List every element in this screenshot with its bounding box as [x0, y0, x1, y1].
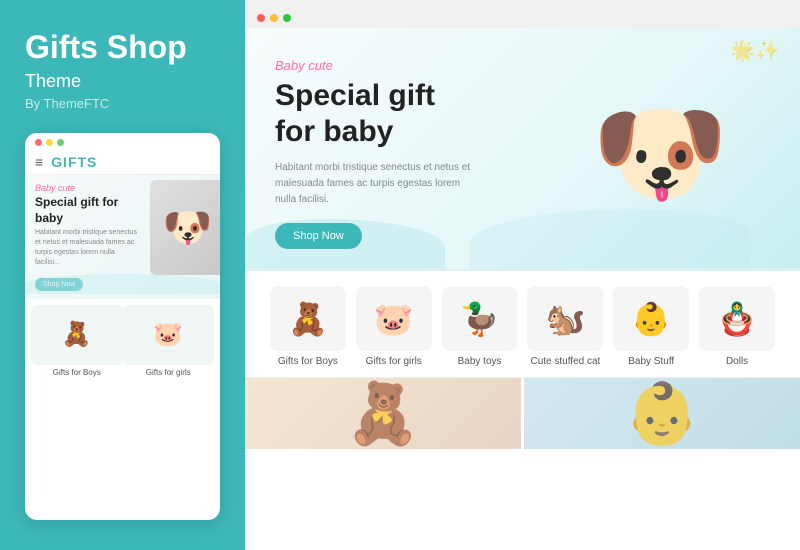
mobile-topbar	[25, 133, 220, 150]
browser-chrome	[245, 0, 800, 28]
product-card-dolls-image: 🪆	[699, 286, 775, 351]
star-decoration: 🌟✨	[730, 38, 780, 63]
mobile-product-girls[interactable]: 🐷 Gifts for girls	[123, 305, 215, 377]
website-hero-title: Special giftfor baby	[275, 78, 550, 150]
mobile-hero-description: Habitant morbi tristique senectus et net…	[35, 228, 140, 267]
app-title: Gifts Shop	[25, 30, 220, 65]
mobile-hero-image: 🐶	[150, 180, 220, 275]
product-card-stuff-image: 👶	[613, 286, 689, 351]
mobile-hero: Baby cute Special gift for baby Habitant…	[25, 175, 220, 298]
product-card-girls-label: Gifts for girls	[356, 356, 432, 367]
right-panel: Baby cute Special giftfor baby Habitant …	[245, 0, 800, 550]
baby-hero-emoji: 🐶	[163, 204, 213, 251]
app-author: By ThemeFTC	[25, 96, 220, 111]
product-card-stuffed-cat[interactable]: 🐿️ Cute stuffed cat	[522, 286, 608, 367]
product-card-boys-label: Gifts for Boys	[270, 356, 346, 367]
product-card-boys-image: 🧸	[270, 286, 346, 351]
mobile-nav: ≡ GIFTS	[25, 150, 220, 175]
product-card-stuff-label: Baby Stuff	[613, 356, 689, 367]
bottom-gallery: 🧸 👶	[245, 378, 800, 449]
gallery-emoji-right: 👶	[625, 378, 700, 449]
product-card-stuffed-cat-image: 🐿️	[527, 286, 603, 351]
website-hero-tag: Baby cute	[275, 58, 550, 73]
website-preview: Baby cute Special giftfor baby Habitant …	[245, 28, 800, 550]
product-card-boys[interactable]: 🧸 Gifts for Boys	[265, 286, 351, 367]
mobile-product-boys[interactable]: 🧸 Gifts for Boys	[31, 305, 123, 377]
mobile-dot-green	[57, 139, 64, 146]
mobile-logo: GIFTS	[51, 154, 97, 170]
product-card-toys-image: 🦆	[442, 286, 518, 351]
product-card-toys-label: Baby toys	[442, 356, 518, 367]
mobile-product-girls-image: 🐷	[123, 305, 215, 365]
website-shop-now-button[interactable]: Shop Now	[275, 223, 362, 249]
baby-hero-big-emoji: 🐶	[592, 99, 729, 209]
left-panel: Gifts Shop Theme By ThemeFTC ≡ GIFTS Bab…	[0, 0, 245, 550]
website-hero-section: Baby cute Special giftfor baby Habitant …	[245, 28, 800, 271]
browser-dot-yellow	[270, 14, 278, 22]
mobile-hero-title: Special gift for baby	[35, 195, 131, 226]
product-card-girls-image: 🐷	[356, 286, 432, 351]
mobile-product-boys-image: 🧸	[31, 305, 123, 365]
product-card-stuff[interactable]: 👶 Baby Stuff	[608, 286, 694, 367]
gallery-emoji-left: 🧸	[346, 378, 421, 449]
app-subtitle: Theme	[25, 71, 220, 92]
website-hero-image: 🐶	[550, 69, 770, 239]
product-card-stuffed-cat-label: Cute stuffed cat	[527, 356, 603, 367]
mobile-product-grid: 🧸 Gifts for Boys 🐷 Gifts for girls	[25, 299, 220, 383]
browser-dot-green	[283, 14, 291, 22]
website-hero-description: Habitant morbi tristique senectus et net…	[275, 160, 475, 208]
product-grid: 🧸 Gifts for Boys 🐷 Gifts for girls 🦆 Bab…	[245, 271, 800, 378]
gallery-item-left: 🧸	[245, 378, 524, 449]
product-card-girls[interactable]: 🐷 Gifts for girls	[351, 286, 437, 367]
mobile-product-girls-label: Gifts for girls	[123, 368, 215, 377]
browser-dot-red	[257, 14, 265, 22]
mobile-dot-red	[35, 139, 42, 146]
cloud-decoration	[25, 274, 220, 294]
product-card-dolls[interactable]: 🪆 Dolls	[694, 286, 780, 367]
website-hero-content: Baby cute Special giftfor baby Habitant …	[275, 58, 550, 249]
mobile-preview: ≡ GIFTS Baby cute Special gift for baby …	[25, 133, 220, 520]
product-card-toys[interactable]: 🦆 Baby toys	[437, 286, 523, 367]
product-card-dolls-label: Dolls	[699, 356, 775, 367]
mobile-dot-yellow	[46, 139, 53, 146]
mobile-product-boys-label: Gifts for Boys	[31, 368, 123, 377]
gallery-item-right: 👶	[524, 378, 800, 449]
mobile-hamburger-icon[interactable]: ≡	[35, 154, 43, 170]
